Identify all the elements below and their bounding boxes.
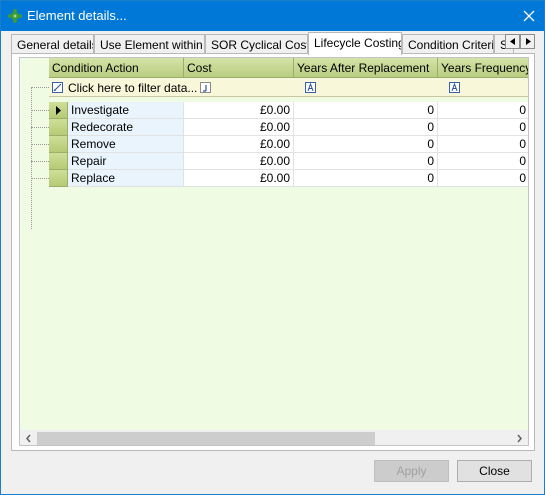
row-selector[interactable] [49,102,68,119]
row-selector[interactable] [49,136,68,153]
apply-button[interactable]: Apply [374,460,449,482]
years-frequency-cell[interactable]: 0 [438,153,528,170]
filter-edit-icon [52,82,63,93]
tab-lifecycle-costing[interactable]: Lifecycle Costing [308,32,402,55]
scroll-left-button[interactable] [20,430,37,445]
filter-row[interactable]: Click here to filter data... [49,79,528,97]
window-title: Element details... [27,8,127,23]
condition-action-cell[interactable]: Replace [68,170,184,187]
app-icon [8,9,22,23]
tab-use-element-within[interactable]: Use Element within .. [94,34,205,54]
tab-sor-cyclical-costs[interactable]: SOR Cyclical Costs [205,34,308,54]
years-after-replacement-cell[interactable]: 0 [294,136,438,153]
filter-text-icon[interactable] [305,82,316,93]
condition-action-cell[interactable]: Redecorate [68,119,184,136]
years-frequency-cell[interactable]: 0 [438,102,528,119]
tree-branch [31,110,49,111]
cost-cell[interactable]: £0.00 [184,102,294,119]
column-header-years-after-replacement[interactable]: Years After Replacement [294,58,438,78]
years-frequency-cell[interactable]: 0 [438,119,528,136]
chevron-right-icon [517,434,522,443]
column-header-condition-action[interactable]: Condition Action [49,58,184,78]
condition-action-cell[interactable]: Investigate [68,102,184,119]
row-selector[interactable] [49,119,68,136]
table-row[interactable]: Remove £0.00 0 0 [20,136,528,153]
window-close-button[interactable] [514,1,544,31]
scroll-thumb[interactable] [37,432,375,445]
years-after-replacement-cell[interactable]: 0 [294,102,438,119]
scroll-right-button[interactable] [511,430,528,445]
years-frequency-cell[interactable]: 0 [438,136,528,153]
table-row[interactable]: Repair £0.00 0 0 [20,153,528,170]
table-row[interactable]: Redecorate £0.00 0 0 [20,119,528,136]
title-bar[interactable]: Element details... [1,1,544,31]
cost-cell[interactable]: £0.00 [184,153,294,170]
filter-text-icon[interactable] [449,82,460,93]
lifecycle-costing-grid: Condition Action Cost Years After Replac… [19,57,529,446]
current-row-arrow-icon [56,106,61,115]
chevron-left-icon [26,434,31,443]
condition-action-cell[interactable]: Remove [68,136,184,153]
grid-header-row: Condition Action Cost Years After Replac… [20,58,528,78]
cost-cell[interactable]: £0.00 [184,170,294,187]
tree-branch [31,178,49,179]
years-frequency-cell[interactable]: 0 [438,170,528,187]
tree-branch [31,161,49,162]
table-row[interactable]: Replace £0.00 0 0 [20,170,528,187]
cost-cell[interactable]: £0.00 [184,119,294,136]
tab-condition-criteria[interactable]: Condition Criteria [402,34,494,54]
filter-operator-icon[interactable] [200,82,211,93]
condition-action-cell[interactable]: Repair [68,153,184,170]
table-row[interactable]: Investigate £0.00 0 0 [20,102,528,119]
lifecycle-costing-panel: Condition Action Cost Years After Replac… [11,53,535,451]
column-header-years-frequency[interactable]: Years Frequency [438,58,528,78]
row-selector[interactable] [49,170,68,187]
years-after-replacement-cell[interactable]: 0 [294,119,438,136]
close-button[interactable]: Close [457,460,532,482]
tree-branch [31,127,49,128]
column-header-cost[interactable]: Cost [184,58,294,78]
filter-placeholder: Click here to filter data... [68,81,198,95]
element-details-window: Element details... General details Use E… [0,0,545,495]
grid-corner [20,58,49,78]
tab-strip: General details Use Element within .. SO… [11,32,535,55]
tab-general-details[interactable]: General details [11,34,94,54]
triangle-right-icon [525,38,531,45]
years-after-replacement-cell[interactable]: 0 [294,170,438,187]
tab-scroll-left-button[interactable] [505,34,520,49]
tree-branch [31,144,49,145]
tab-scroll-right-button[interactable] [520,34,535,49]
horizontal-scrollbar[interactable] [20,430,528,445]
years-after-replacement-cell[interactable]: 0 [294,153,438,170]
tree-branch [31,87,49,88]
close-icon [523,10,535,22]
cost-cell[interactable]: £0.00 [184,136,294,153]
row-selector[interactable] [49,153,68,170]
triangle-left-icon [509,38,515,45]
